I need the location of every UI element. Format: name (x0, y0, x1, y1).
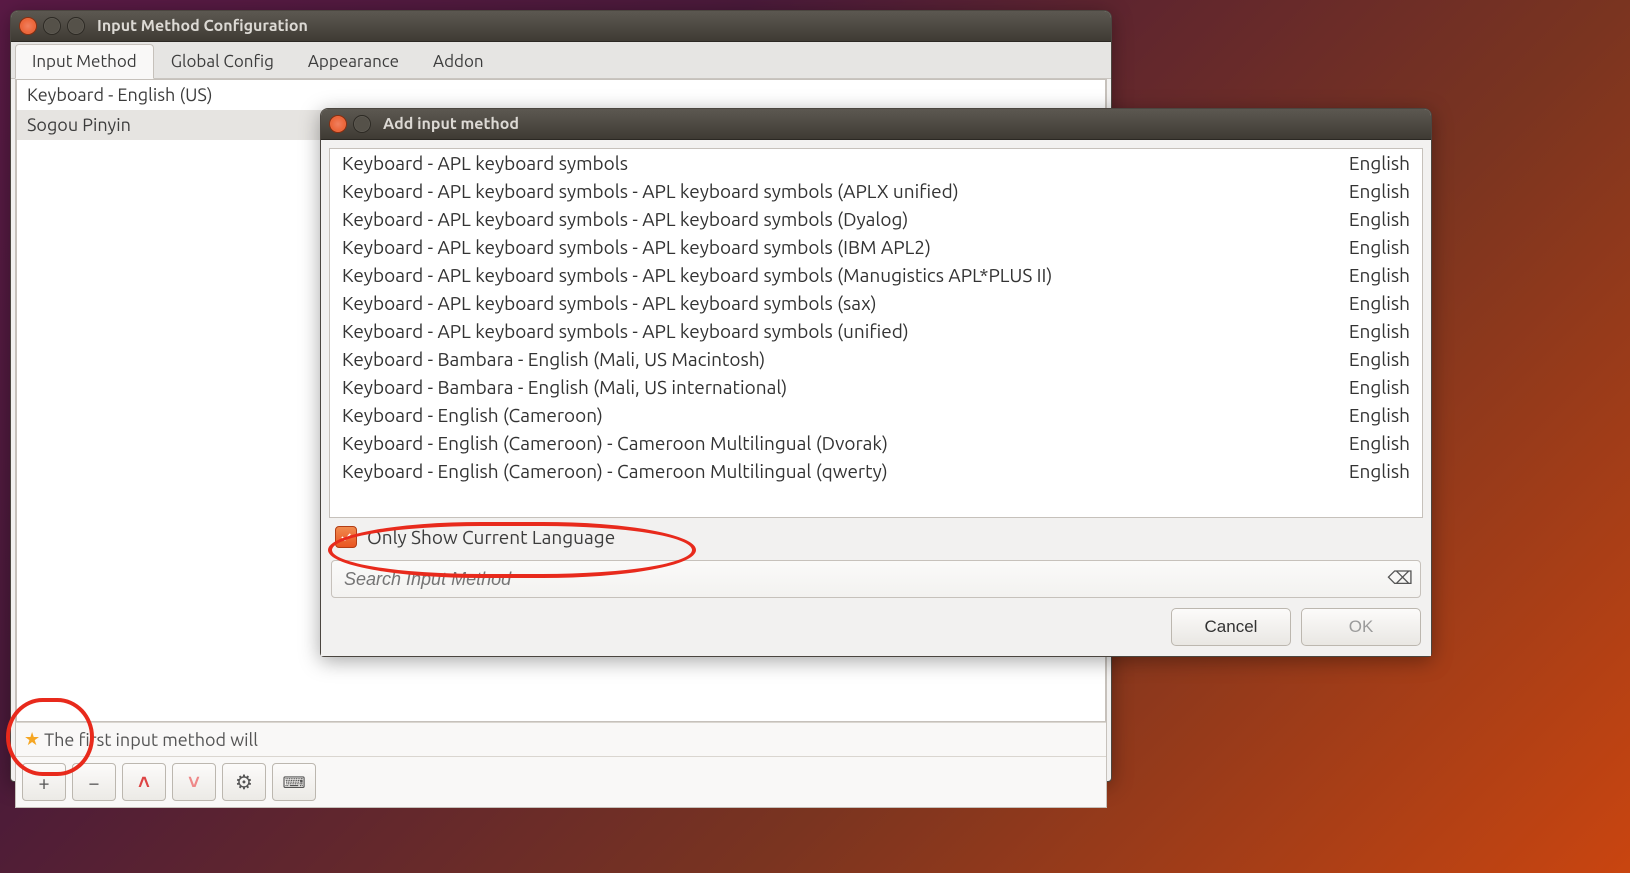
method-name: Keyboard - APL keyboard symbols - APL ke… (342, 208, 908, 230)
dialog-button-row: Cancel OK (329, 602, 1423, 648)
only-current-language-row[interactable]: ✓ Only Show Current Language (329, 518, 1423, 556)
configure-button[interactable]: ⚙ (222, 763, 266, 801)
hint-row: ★ The first input method will (16, 722, 1106, 756)
move-up-button[interactable]: ˄ (122, 763, 166, 801)
method-language: English (1349, 292, 1410, 314)
list-item[interactable]: Keyboard - English (US) (17, 80, 1105, 110)
dialog-body: Keyboard - APL keyboard symbolsEnglishKe… (321, 140, 1431, 656)
list-item[interactable]: Keyboard - Bambara - English (Mali, US M… (330, 345, 1422, 373)
method-language: English (1349, 376, 1410, 398)
toolbar: + − ˄ ˅ ⚙ ⌨ (16, 756, 1106, 807)
list-item[interactable]: Keyboard - English (Cameroon) - Cameroon… (330, 457, 1422, 485)
method-language: English (1349, 236, 1410, 258)
tab-global-config[interactable]: Global Config (154, 44, 291, 78)
list-item[interactable]: Keyboard - APL keyboard symbols - APL ke… (330, 205, 1422, 233)
list-item[interactable]: Keyboard - APL keyboard symbols - APL ke… (330, 261, 1422, 289)
minimize-icon[interactable] (43, 17, 61, 35)
maximize-icon[interactable] (67, 17, 85, 35)
list-item[interactable]: Keyboard - APL keyboard symbols - APL ke… (330, 289, 1422, 317)
list-item[interactable]: Keyboard - English (Cameroon) English (330, 401, 1422, 429)
cancel-button[interactable]: Cancel (1171, 608, 1291, 646)
chevron-down-icon: ˅ (188, 770, 200, 795)
method-language: English (1349, 404, 1410, 426)
ok-button[interactable]: OK (1301, 608, 1421, 646)
method-name: Keyboard - APL keyboard symbols - APL ke… (342, 320, 909, 342)
tabbar: Input Method Global Config Appearance Ad… (11, 42, 1111, 79)
method-language: English (1349, 208, 1410, 230)
method-name: Keyboard - Bambara - English (Mali, US M… (342, 348, 765, 370)
main-titlebar[interactable]: Input Method Configuration (11, 11, 1111, 42)
method-language: English (1349, 460, 1410, 482)
add-input-method-dialog: Add input method Keyboard - APL keyboard… (320, 108, 1432, 657)
minus-icon: − (88, 771, 99, 794)
method-name: Keyboard - APL keyboard symbols - APL ke… (342, 236, 931, 258)
hint-text: The first input method will (44, 730, 258, 750)
method-name: Keyboard - APL keyboard symbols - APL ke… (342, 264, 1052, 286)
list-item[interactable]: Keyboard - APL keyboard symbols - APL ke… (330, 177, 1422, 205)
move-down-button[interactable]: ˅ (172, 763, 216, 801)
list-item[interactable]: Keyboard - APL keyboard symbols - APL ke… (330, 233, 1422, 261)
method-language: English (1349, 348, 1410, 370)
method-language: English (1349, 432, 1410, 454)
method-name: Keyboard - Bambara - English (Mali, US i… (342, 376, 787, 398)
star-icon: ★ (24, 729, 40, 750)
available-method-list[interactable]: Keyboard - APL keyboard symbolsEnglishKe… (329, 148, 1423, 518)
chevron-up-icon: ˄ (138, 770, 150, 795)
method-name: Keyboard - APL keyboard symbols - APL ke… (342, 180, 959, 202)
tab-addon[interactable]: Addon (416, 44, 501, 78)
plus-icon: + (38, 771, 49, 794)
checkbox-checked-icon[interactable]: ✓ (335, 526, 357, 548)
tab-input-method[interactable]: Input Method (15, 44, 154, 79)
close-icon[interactable] (19, 17, 37, 35)
method-language: English (1349, 264, 1410, 286)
window-title: Input Method Configuration (97, 17, 308, 35)
minimize-icon[interactable] (353, 115, 371, 133)
dialog-title: Add input method (383, 115, 519, 133)
method-name: Keyboard - English (Cameroon) - Cameroon… (342, 460, 888, 482)
tab-appearance[interactable]: Appearance (291, 44, 416, 78)
add-button[interactable]: + (22, 763, 66, 801)
remove-button[interactable]: − (72, 763, 116, 801)
method-language: English (1349, 320, 1410, 342)
search-wrap: ⌫ (331, 560, 1421, 598)
list-item[interactable]: Keyboard - APL keyboard symbols English (330, 149, 1422, 177)
method-name: Keyboard - English (Cameroon) - Cameroon… (342, 432, 888, 454)
keyboard-icon: ⌨ (282, 773, 305, 792)
close-icon[interactable] (329, 115, 347, 133)
gear-icon: ⚙ (235, 770, 253, 794)
only-current-language-label: Only Show Current Language (367, 526, 615, 548)
method-language: English (1349, 152, 1410, 174)
clear-icon[interactable]: ⌫ (1388, 568, 1413, 589)
method-name: Keyboard - English (Cameroon) (342, 404, 603, 426)
method-name: Keyboard - APL keyboard symbols - APL ke… (342, 292, 877, 314)
list-item[interactable]: Keyboard - English (Cameroon) - Cameroon… (330, 429, 1422, 457)
list-item[interactable]: Keyboard - APL keyboard symbols - APL ke… (330, 317, 1422, 345)
method-language: English (1349, 180, 1410, 202)
keyboard-layout-button[interactable]: ⌨ (272, 763, 316, 801)
dialog-titlebar[interactable]: Add input method (321, 109, 1431, 140)
method-name: Keyboard - APL keyboard symbols (342, 152, 628, 174)
list-item[interactable]: Keyboard - Bambara - English (Mali, US i… (330, 373, 1422, 401)
search-input[interactable] (331, 560, 1421, 598)
